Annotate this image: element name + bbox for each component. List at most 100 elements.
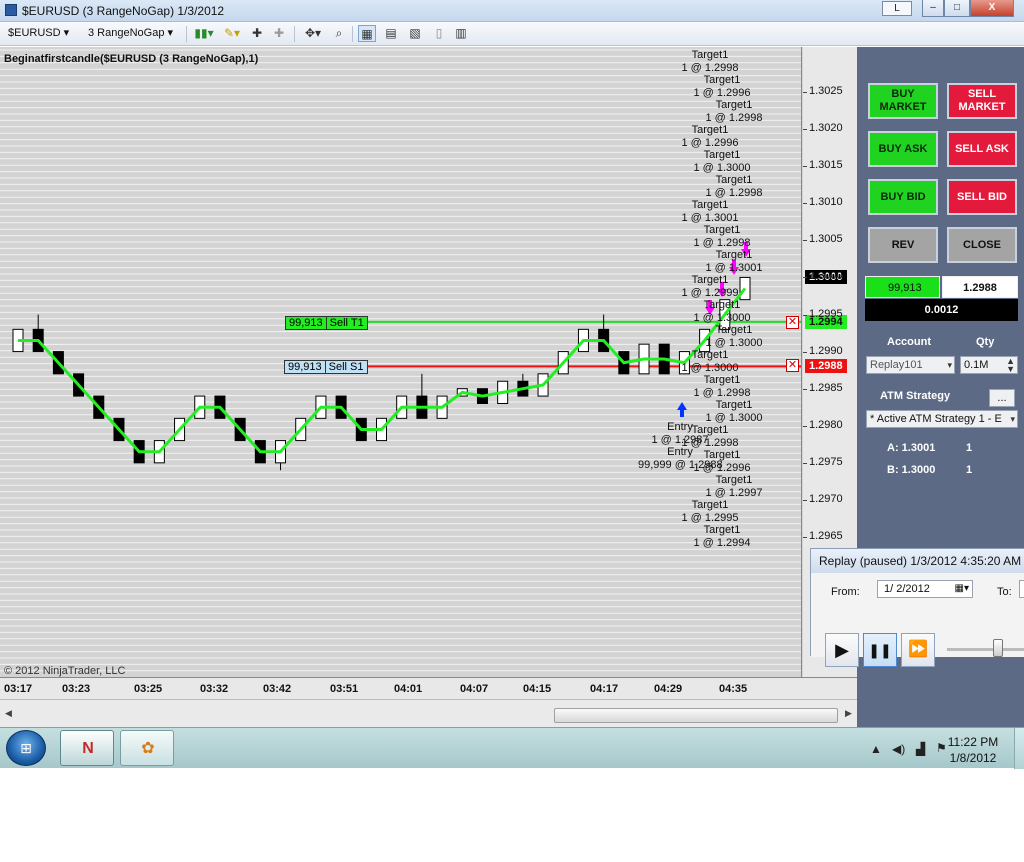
time-tick-label: 03:51: [330, 683, 359, 695]
target-annotation-line: Target1: [703, 224, 741, 236]
chart-area: Beginatfirstcandle($EURUSD (3 RangeNoGap…: [0, 47, 857, 727]
target-annotation-line: Target1: [715, 474, 753, 486]
chart-image-icon[interactable]: ▧: [406, 25, 424, 42]
target-annotation-line: Target1: [703, 299, 741, 311]
target-annotation-line: Target1: [691, 349, 729, 361]
indicator-icon[interactable]: ✚: [248, 25, 266, 42]
target-annotation-line: Target1: [703, 524, 741, 536]
link-button[interactable]: L: [882, 1, 912, 16]
start-button[interactable]: ⊞: [6, 730, 46, 766]
scrollbar-thumb[interactable]: [554, 708, 838, 723]
window-title-bar: $EURUSD (3 RangeNoGap) 1/3/2012 L – □ X: [0, 0, 1024, 22]
toolbar-divider: [294, 26, 295, 42]
strategy-line-a-qty: 1: [966, 442, 973, 454]
properties-icon[interactable]: ▥: [452, 25, 470, 42]
replay-dialog: Replay (paused) 1/3/2012 4:35:20 AM From…: [810, 548, 1024, 667]
chevron-down-icon: ▾: [947, 360, 952, 370]
target-annotation-line: 1 @ 1.2996: [693, 461, 751, 474]
zoom-icon[interactable]: ⌕: [330, 25, 348, 42]
time-tick-label: 03:23: [62, 683, 91, 695]
reverse-button[interactable]: REV: [868, 227, 938, 263]
taskbar: ⊞ N ✿ ▲ ◀) ▟ ⚑ 11:22 PM 1/8/2012: [0, 727, 1024, 769]
atm-strategy-options-button[interactable]: ...: [989, 389, 1015, 407]
time-axis[interactable]: 03:17 03:23 03:25 03:32 03:42 03:51 04:01 04:07…: [0, 677, 857, 699]
time-tick-label: 04:29: [654, 683, 683, 695]
bar-type-icon[interactable]: ▮▮▾: [192, 25, 216, 42]
show-desktop-button[interactable]: [1014, 728, 1024, 769]
from-label: From:: [831, 586, 860, 598]
sell-target-qty: 99,913: [286, 317, 326, 329]
buy-market-button[interactable]: BUY MARKET: [868, 83, 938, 119]
chart-plot[interactable]: Beginatfirstcandle($EURUSD (3 RangeNoGap…: [0, 47, 802, 677]
volume-icon[interactable]: ◀): [892, 742, 905, 756]
sell-stop-order-label[interactable]: 99,913 Sell S1: [284, 360, 368, 374]
sell-market-button[interactable]: SELL MARKET: [947, 83, 1017, 119]
show-hidden-icons-icon[interactable]: ▲: [870, 742, 882, 756]
taskbar-paint[interactable]: ✿: [120, 730, 174, 766]
cancel-stop-order-icon[interactable]: ✕: [786, 359, 799, 372]
position-quantity: 99,913: [865, 276, 940, 298]
target-annotation-line: Target1: [715, 399, 753, 411]
indicator-label: Beginatfirstcandle($EURUSD (3 RangeNoGap…: [4, 53, 259, 65]
copy-icon[interactable]: ▯: [430, 25, 448, 42]
network-icon[interactable]: ▟: [916, 742, 925, 756]
strategy-icon[interactable]: ✚: [270, 25, 288, 42]
calendar-icon[interactable]: ▦▾: [955, 581, 969, 597]
strategy-line-b: B: 1.3000: [887, 464, 936, 476]
target-annotation-line: Target1: [703, 374, 741, 386]
quantity-value: 0.1M: [964, 359, 989, 371]
minimize-button[interactable]: –: [922, 0, 944, 17]
pause-button[interactable]: ❚❚: [863, 633, 897, 667]
close-window-button[interactable]: X: [970, 0, 1014, 17]
account-select[interactable]: Replay101 ▾: [866, 356, 955, 374]
target-annotation-line: Target1: [691, 499, 729, 511]
target-annotation-line: Target1: [715, 324, 753, 336]
period-selector[interactable]: 3 RangeNoGap ▾: [88, 26, 173, 39]
target-annotation-line: 1 @ 1.2998: [693, 236, 751, 249]
taskbar-ninjatrader[interactable]: N: [60, 730, 114, 766]
target-annotation-line: 1 @ 1.3000: [693, 311, 751, 324]
to-label: To:: [997, 586, 1012, 598]
maximize-button[interactable]: □: [944, 0, 970, 17]
copyright-text: © 2012 NinjaTrader, LLC: [4, 665, 126, 677]
crosshair-icon[interactable]: ✥▾: [300, 25, 326, 42]
price-tick-label: 1.2980: [803, 418, 843, 431]
from-date-field[interactable]: 1/ 2/2012 ▦▾: [877, 580, 973, 598]
target-annotation-line: Target1: [691, 199, 729, 211]
buy-bid-button[interactable]: BUY BID: [868, 179, 938, 215]
sell-ask-button[interactable]: SELL ASK: [947, 131, 1017, 167]
instrument-selector[interactable]: $EURUSD ▾: [8, 26, 69, 39]
chart-toolbar: $EURUSD ▾ 3 RangeNoGap ▾ ▮▮▾ ✎▾ ✚ ✚ ✥▾ ⌕…: [0, 22, 1024, 46]
toolbar-divider: [186, 26, 187, 42]
system-clock[interactable]: 11:22 PM 1/8/2012: [938, 734, 1008, 766]
to-date-field[interactable]: [1019, 580, 1024, 598]
target-annotation-line: 1 @ 1.2998: [693, 386, 751, 399]
sell-bid-button[interactable]: SELL BID: [947, 179, 1017, 215]
cancel-target-order-icon[interactable]: ✕: [786, 316, 799, 329]
target-annotation-line: 1 @ 1.2998: [681, 436, 739, 449]
window-title: $EURUSD (3 RangeNoGap) 1/3/2012: [22, 4, 225, 18]
play-button[interactable]: ▶: [825, 633, 859, 667]
data-box-icon[interactable]: ▤: [382, 25, 400, 42]
fast-forward-button[interactable]: ⏩: [901, 633, 935, 667]
chart-trader-icon[interactable]: ▦: [358, 25, 376, 42]
quantity-stepper[interactable]: 0.1M ▲ ▼: [960, 356, 1018, 374]
windows-logo-icon: ⊞: [20, 740, 32, 756]
horizontal-scrollbar[interactable]: ◀ ▶: [0, 699, 857, 727]
stepper-arrows-icon[interactable]: ▲ ▼: [1006, 357, 1015, 374]
desktop: $EURUSD (3 RangeNoGap) 1/3/2012 L – □ X …: [0, 0, 1024, 862]
quantity-label: Qty: [976, 336, 995, 348]
atm-strategy-select[interactable]: * Active ATM Strategy 1 - E ▾: [866, 410, 1018, 428]
atm-strategy-label: ATM Strategy: [880, 390, 951, 402]
close-position-button[interactable]: CLOSE: [947, 227, 1017, 263]
profit-loss-display: 0.0012: [865, 299, 1018, 321]
buy-ask-button[interactable]: BUY ASK: [868, 131, 938, 167]
target-annotation-line: 1 @ 1.2998: [681, 61, 739, 74]
scroll-right-icon[interactable]: ▶: [845, 708, 852, 719]
sell-target-order-label[interactable]: 99,913 Sell T1: [285, 316, 368, 330]
scroll-left-icon[interactable]: ◀: [5, 708, 12, 719]
drawing-tool-icon[interactable]: ✎▾: [220, 25, 244, 42]
replay-speed-slider[interactable]: [993, 639, 1003, 657]
time-tick-label: 04:01: [394, 683, 423, 695]
clock-time: 11:22 PM: [947, 735, 999, 749]
